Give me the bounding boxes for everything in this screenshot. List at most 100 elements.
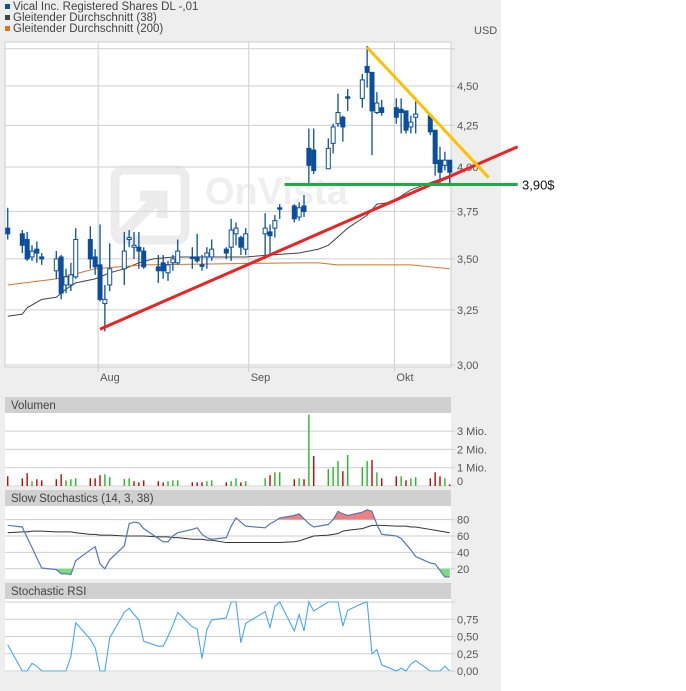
month-label: Okt (396, 372, 413, 384)
candle-body (364, 65, 370, 73)
candle-body (233, 227, 239, 235)
candle-body (170, 258, 176, 264)
legend-swatch-ma200 (5, 26, 10, 31)
candle-body (267, 231, 273, 237)
candle (58, 254, 64, 300)
rsi-tick-label: 0,50 (457, 632, 478, 644)
currency-label: USD (474, 25, 497, 37)
candle-body (277, 207, 283, 210)
candle-body (29, 250, 35, 258)
candle-body (359, 79, 365, 99)
candle-body (330, 126, 336, 144)
candle-body (345, 96, 351, 99)
candle-body (73, 239, 79, 278)
stoch-tick-label: 60 (457, 531, 469, 543)
candle-body (97, 264, 103, 300)
price-tick-label: 3,00 (457, 360, 478, 372)
candle-body (238, 237, 244, 248)
candle-body (243, 233, 249, 250)
legend-ma200: Gleitender Durchschnitt (200) (13, 23, 163, 35)
candle-body (403, 110, 409, 131)
candle-body (272, 220, 278, 229)
candle-body (199, 264, 205, 267)
stoch-tick-label: 40 (457, 547, 469, 559)
candle-body (194, 256, 200, 262)
candle-body (160, 262, 166, 272)
volume-header (5, 397, 451, 413)
rsi-tick-label: 0,25 (457, 649, 478, 661)
candle-body (306, 147, 312, 166)
candle-body (311, 149, 317, 171)
candle-body (131, 244, 137, 248)
candle-body (92, 256, 98, 268)
candle-body (291, 205, 297, 220)
candle-body (24, 239, 30, 260)
rsi-panel (5, 599, 451, 672)
candle-body (68, 274, 74, 286)
candle-body (126, 237, 132, 241)
candle-body (301, 205, 307, 212)
price-tick-label: 3,25 (457, 305, 478, 317)
rsi-tick-label: 0,00 (457, 666, 478, 678)
volume-tick-label: 1 Mio. (457, 463, 487, 475)
candle-body (121, 250, 127, 270)
volume-tick-label: 3 Mio. (457, 426, 487, 438)
candle-body (5, 227, 11, 235)
candle-body (325, 147, 331, 170)
volume-tick-label: 2 Mio. (457, 444, 487, 456)
candle-body (432, 129, 438, 165)
candle-body (175, 250, 181, 264)
candle-body (136, 246, 142, 252)
legend-swatch-ma38 (5, 15, 10, 20)
candle-body (296, 207, 302, 218)
candle-body (19, 233, 25, 246)
candle-body (447, 159, 453, 173)
candle-body (39, 256, 45, 260)
volume-tick-label: 0 (457, 476, 463, 488)
rsi-tick-label: 0,75 (457, 614, 478, 626)
candle-body (141, 250, 147, 268)
candle-body (223, 248, 229, 254)
candle-body (393, 107, 399, 118)
price-tick-label: 3,75 (457, 206, 478, 218)
stoch-tick-label: 20 (457, 564, 469, 576)
legend-swatch-price (5, 4, 10, 9)
stoch-title: Slow Stochastics (14, 3, 38) (11, 493, 154, 505)
volume-panel (5, 413, 451, 487)
candle-body (442, 159, 448, 166)
candle-body (228, 229, 234, 248)
rsi-title: Stochastic RSI (11, 586, 86, 598)
candle-body (87, 239, 93, 260)
candle-body (53, 258, 59, 272)
candle-body (58, 256, 64, 294)
support-level-label: 3,90$ (522, 177, 555, 192)
candle-body (209, 248, 215, 258)
candle-body (437, 159, 443, 173)
candle-body (102, 298, 108, 305)
candle-body (165, 264, 171, 274)
candle (403, 110, 409, 134)
month-label: Aug (100, 372, 120, 384)
candle-body (63, 276, 69, 286)
candle-body (335, 111, 341, 125)
candle-body (408, 121, 414, 128)
month-label: Sep (251, 372, 271, 384)
candle-body (262, 227, 268, 235)
candle-body (107, 268, 113, 286)
stock-chart: Vical Inc. Registered Shares DL -,01 Gle… (0, 0, 686, 691)
candle-body (34, 248, 40, 254)
right-margin (501, 0, 686, 691)
price-tick-label: 3,50 (457, 254, 478, 266)
stoch-tick-label: 80 (457, 515, 469, 527)
candle-body (374, 102, 380, 113)
candle-body (398, 108, 404, 113)
candle-body (413, 113, 419, 118)
candle-body (369, 71, 375, 112)
volume-title: Volumen (11, 400, 56, 412)
price-tick-label: 4,25 (457, 120, 478, 132)
candle-body (340, 116, 346, 128)
candle-body (155, 266, 161, 272)
candle-body (379, 107, 385, 113)
watermark-text: OnVista (205, 171, 349, 213)
candle-body (189, 256, 195, 259)
